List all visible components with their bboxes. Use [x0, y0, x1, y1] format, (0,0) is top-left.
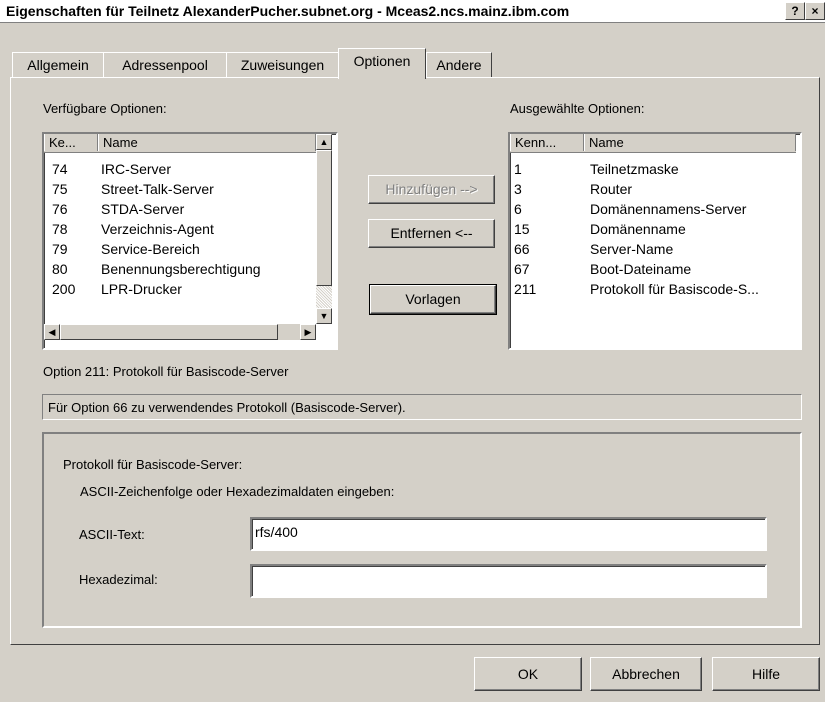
list-item[interactable]: 66 Server-Name: [514, 239, 796, 259]
list-header: Ke... Name: [44, 134, 316, 153]
ascii-text-input[interactable]: rfs/400: [250, 517, 767, 551]
selected-rows: 1 Teilnetzmaske 3 Router 6 Domänennamens-Se…: [514, 159, 796, 299]
list-item[interactable]: 6 Domänennamens-Server: [514, 199, 796, 219]
help-button[interactable]: Hilfe: [712, 657, 820, 691]
add-button[interactable]: Hinzufügen -->: [368, 175, 495, 204]
list-item[interactable]: 15 Domänenname: [514, 219, 796, 239]
tab-allgemein[interactable]: Allgemein: [12, 52, 104, 77]
option-title: Option 211: Protokoll für Basiscode-Serv…: [43, 364, 289, 379]
hex-input[interactable]: [250, 564, 767, 598]
list-item[interactable]: 75 Street-Talk-Server: [52, 179, 312, 199]
column-header-id[interactable]: Kenn...: [510, 134, 584, 151]
list-item[interactable]: 80 Benennungsberechtigung: [52, 259, 312, 279]
selected-options-heading: Ausgewählte Optionen:: [510, 101, 645, 116]
available-rows: 74 IRC-Server 75 Street-Talk-Server 76 STDA…: [52, 159, 312, 299]
cancel-button[interactable]: Abbrechen: [590, 657, 702, 691]
list-item[interactable]: 78 Verzeichnis-Agent: [52, 219, 312, 239]
list-item[interactable]: 200 LPR-Drucker: [52, 279, 312, 299]
ok-button[interactable]: OK: [474, 657, 582, 691]
scroll-up-icon[interactable]: ▲: [316, 134, 332, 150]
list-item[interactable]: 1 Teilnetzmaske: [514, 159, 796, 179]
available-options-list[interactable]: Ke... Name 74 IRC-Server 75 Street-Talk-Se…: [42, 132, 338, 350]
instruction-text: ASCII-Zeichenfolge oder Hexadezimaldaten…: [80, 484, 395, 499]
column-header-name[interactable]: Name: [98, 134, 316, 151]
column-header-name[interactable]: Name: [584, 134, 796, 151]
scroll-down-icon[interactable]: ▼: [316, 308, 332, 324]
ascii-label: ASCII-Text:: [79, 527, 145, 542]
list-item[interactable]: 211 Protokoll für Basiscode-S...: [514, 279, 796, 299]
window-title: Eigenschaften für Teilnetz AlexanderPuch…: [6, 3, 570, 19]
scroll-right-icon[interactable]: ▶: [300, 324, 316, 340]
list-item[interactable]: 76 STDA-Server: [52, 199, 312, 219]
tab-adressenpool[interactable]: Adressenpool: [103, 52, 227, 77]
list-item[interactable]: 3 Router: [514, 179, 796, 199]
list-header: Kenn... Name: [510, 134, 796, 153]
column-header-id[interactable]: Ke...: [44, 134, 98, 151]
selected-options-list[interactable]: Kenn... Name 1 Teilnetzmaske 3 Router 6 Dom…: [508, 132, 802, 350]
tab-zuweisungen[interactable]: Zuweisungen: [226, 52, 339, 77]
horizontal-scrollbar[interactable]: ◀ ▶: [44, 324, 316, 340]
list-item[interactable]: 67 Boot-Dateiname: [514, 259, 796, 279]
vertical-scroll-thumb[interactable]: [316, 150, 332, 286]
option-description: Für Option 66 zu verwendendes Protokoll …: [42, 394, 802, 420]
available-options-heading: Verfügbare Optionen:: [43, 101, 167, 116]
help-title-button[interactable]: ?: [785, 2, 805, 20]
title-bar: Eigenschaften für Teilnetz AlexanderPuch…: [0, 0, 825, 23]
horizontal-scroll-thumb[interactable]: [60, 324, 278, 340]
list-item[interactable]: 74 IRC-Server: [52, 159, 312, 179]
tab-andere[interactable]: Andere: [426, 52, 492, 77]
tab-optionen[interactable]: Optionen: [338, 48, 426, 79]
scroll-left-icon[interactable]: ◀: [44, 324, 60, 340]
templates-button[interactable]: Vorlagen: [369, 284, 497, 315]
group-label: Protokoll für Basiscode-Server:: [63, 457, 243, 472]
remove-button[interactable]: Entfernen <--: [368, 219, 495, 248]
close-button[interactable]: ×: [805, 2, 825, 20]
vertical-scrollbar[interactable]: ▲ ▼: [316, 134, 332, 324]
hex-label: Hexadezimal:: [79, 572, 158, 587]
list-item[interactable]: 79 Service-Bereich: [52, 239, 312, 259]
